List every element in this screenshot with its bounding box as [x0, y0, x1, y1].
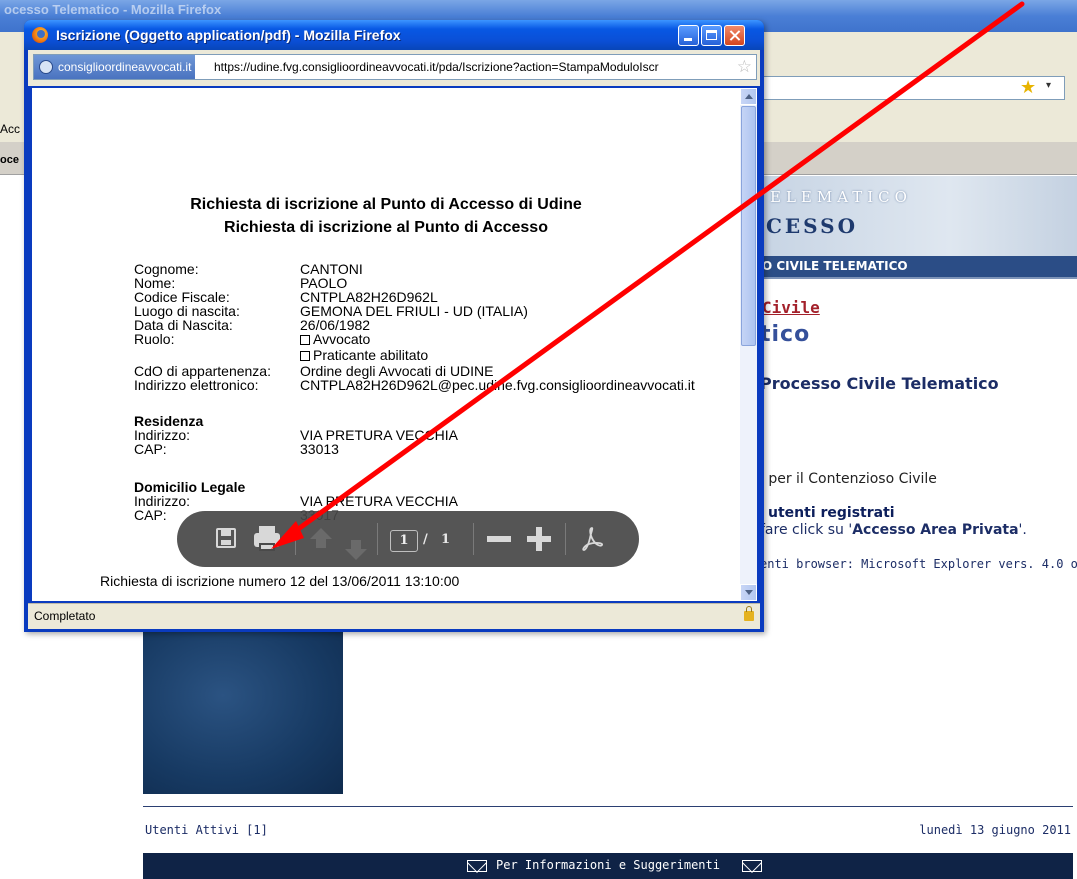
url-text[interactable]: https://udine.fvg.consiglioordineavvocat…: [214, 55, 724, 79]
toolbar-divider: [377, 523, 378, 555]
dropdown-arrow-icon[interactable]: ▾: [1046, 80, 1051, 91]
field-label: Indirizzo:: [134, 493, 191, 509]
field-label: Codice Fiscale:: [134, 289, 230, 305]
save-icon[interactable]: [216, 528, 236, 548]
scroll-up-button[interactable]: [740, 88, 757, 105]
banner-title-line1: ELEMATICO: [770, 188, 912, 206]
bookmark-star-icon[interactable]: ☆: [737, 56, 752, 78]
section-heading-residenza: Residenza: [134, 413, 204, 429]
pdf-footer-note: Richiesta di iscrizione numero 12 del 13…: [100, 573, 460, 589]
scroll-thumb[interactable]: [741, 106, 756, 346]
site-identity-label: consiglioordineavvocati.it: [58, 60, 192, 74]
checkbox: [300, 351, 310, 361]
ruolo-option-label: Avvocato: [313, 331, 371, 347]
page-separator: /: [423, 532, 428, 547]
logo-civile-link[interactable]: Civile: [762, 298, 820, 317]
field-value: CNTPLA82H26D962L@pec.udine.fvg.consiglio…: [300, 377, 695, 393]
field-value: VIA PRETURA VECCHIA: [300, 427, 458, 443]
envelope-icon: [742, 860, 762, 872]
ruolo-option-praticante: Praticante abilitato: [300, 348, 428, 362]
minimize-button[interactable]: [678, 25, 699, 46]
ruolo-option-avvocato: Avvocato: [300, 332, 370, 346]
lock-icon[interactable]: [744, 606, 754, 621]
field-value: CNTPLA82H26D962L: [300, 289, 438, 305]
field-value: 26/06/1982: [300, 317, 371, 333]
next-page-icon[interactable]: [345, 540, 367, 560]
toolbar-divider: [473, 523, 474, 555]
field-label: CAP:: [134, 441, 167, 457]
zoom-in-icon[interactable]: [527, 527, 551, 551]
page-number-input[interactable]: 1: [390, 530, 418, 552]
banner-title-line2: CESSO: [766, 214, 859, 238]
decorative-blue-image: [143, 630, 343, 794]
field-label: CdO di appartenenza:: [134, 363, 271, 379]
active-users-count: Utenti Attivi [1]: [145, 823, 268, 837]
status-bar: Completato: [28, 603, 760, 629]
background-window-title: ocesso Telematico - Mozilla Firefox: [4, 2, 222, 17]
pdf-scrollbar[interactable]: [740, 88, 757, 601]
checkbox: [300, 335, 310, 345]
ruolo-option-label: Praticante abilitato: [313, 347, 429, 363]
pdf-title-line1: Richiesta di iscrizione al Punto di Acce…: [190, 196, 582, 213]
accesso-area-privata-link[interactable]: Accesso Area Privata: [852, 522, 1018, 538]
popup-url-bar: consiglioordineavvocati.it https://udine…: [28, 50, 760, 86]
toolbar-divider: [295, 523, 296, 555]
field-value: PAOLO: [300, 275, 348, 291]
contenzioso-text: i per il Contenzioso Civile: [760, 471, 937, 487]
url-field[interactable]: consiglioordineavvocati.it https://udine…: [33, 54, 757, 80]
field-label: Data di Nascita:: [134, 317, 233, 333]
browser-requirements-note: enti browser: Microsoft Explorer vers. 4…: [760, 557, 1077, 571]
popup-titlebar[interactable]: Iscrizione (Oggetto application/pdf) - M…: [24, 20, 764, 50]
page-heading: Processo Civile Telematico: [760, 374, 999, 393]
pdf-title-line2: Richiesta di iscrizione al Punto di Acce…: [224, 219, 548, 236]
firefox-logo-icon: [32, 27, 48, 43]
field-value: 33013: [300, 441, 339, 457]
print-icon[interactable]: [254, 526, 280, 551]
browser-tab[interactable]: oce: [0, 154, 19, 166]
field-label: Indirizzo elettronico:: [134, 377, 259, 393]
click-instruction: fare click su 'Accesso Area Privata'.: [760, 522, 1027, 538]
toolbar-divider: [565, 523, 566, 555]
bookmark-item[interactable]: Acc: [0, 122, 20, 136]
logo-telematico: tico: [760, 322, 811, 347]
field-label: Ruolo:: [134, 331, 175, 347]
field-value: VIA PRETURA VECCHIA: [300, 493, 458, 509]
nav-strip-label: O CIVILE TELEMATICO: [762, 259, 908, 273]
maximize-button[interactable]: [701, 25, 722, 46]
field-label: CAP:: [134, 507, 167, 523]
field-label: Cognome:: [134, 261, 199, 277]
field-label: Nome:: [134, 275, 176, 291]
site-identity-icon: [39, 60, 53, 74]
envelope-icon: [467, 860, 487, 872]
field-value: GEMONA DEL FRIULI - UD (ITALIA): [300, 303, 528, 319]
site-identity-button[interactable]: consiglioordineavvocati.it: [34, 55, 196, 79]
previous-page-icon[interactable]: [310, 528, 332, 548]
footer-contact-link[interactable]: Per Informazioni e Suggerimenti: [496, 858, 720, 872]
acrobat-icon[interactable]: [579, 525, 605, 553]
field-label: Indirizzo:: [134, 427, 191, 443]
field-label: Luogo di nascita:: [134, 303, 240, 319]
field-value: Ordine degli Avvocati di UDINE: [300, 363, 494, 379]
close-button[interactable]: [724, 25, 745, 46]
click-prefix: fare click su ': [760, 522, 853, 538]
page-total: 1: [441, 532, 451, 547]
zoom-out-icon[interactable]: [487, 536, 511, 542]
footer-divider: [143, 806, 1073, 807]
status-text: Completato: [34, 609, 96, 623]
field-value: CANTONI: [300, 261, 363, 277]
click-suffix: '.: [1018, 522, 1027, 538]
utenti-registrati-heading: utenti registrati: [768, 505, 895, 521]
pdf-floating-toolbar: 1 / 1: [177, 511, 639, 567]
popup-title: Iscrizione (Oggetto application/pdf) - M…: [56, 27, 401, 43]
section-heading-domicilio: Domicilio Legale: [134, 479, 246, 495]
bookmark-star-icon[interactable]: ★: [1020, 78, 1036, 98]
scroll-down-button[interactable]: [740, 584, 757, 601]
current-date: lunedì 13 giugno 2011: [919, 823, 1071, 837]
